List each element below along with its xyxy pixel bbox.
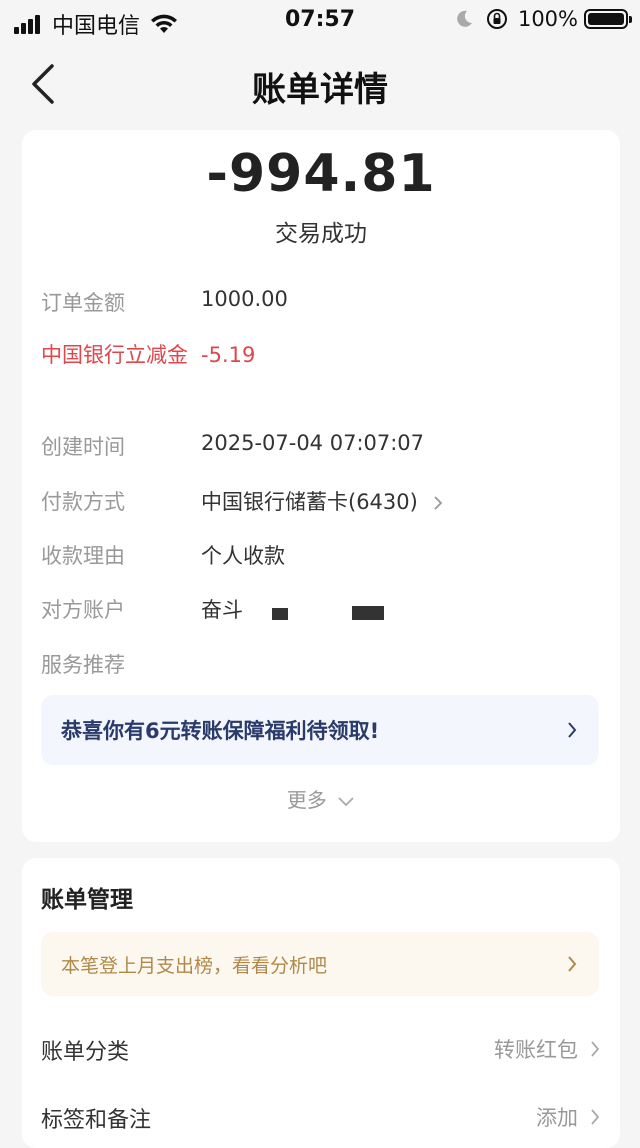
bill-management-card: 账单管理 本笔登上月支出榜，看看分析吧 账单分类 转账红包 标签和备注 添加 (22, 858, 620, 1148)
bill-category-row[interactable]: 账单分类 转账红包 (22, 1020, 620, 1076)
nav-bar: 账单详情 (0, 40, 640, 128)
more-label: 更多 (286, 788, 327, 812)
battery-icon (584, 9, 632, 29)
chevron-right-icon (591, 1041, 600, 1057)
chevron-right-icon (591, 1109, 600, 1125)
transaction-status: 交易成功 (275, 221, 367, 247)
created-time-label: 创建时间 (41, 435, 125, 459)
payment-method-value[interactable]: 中国银行储蓄卡(6430) (201, 486, 443, 516)
tags-notes-label: 标签和备注 (41, 1108, 152, 1133)
bill-category-label: 账单分类 (41, 1040, 130, 1065)
chevron-down-icon (338, 796, 354, 806)
counterparty-label: 对方账户 (41, 598, 125, 622)
chevron-right-icon (568, 722, 577, 738)
discount-label: 中国银行立减金 (41, 343, 188, 367)
moon-icon (457, 10, 472, 27)
more-button[interactable]: 更多 (22, 784, 620, 813)
promo-banner[interactable]: 恭喜你有6元转账保障福利待领取! (41, 695, 599, 765)
bill-detail-card: -994.81 交易成功 订单金额 1000.00 中国银行立减金 -5.19 … (22, 130, 620, 842)
order-amount-label: 订单金额 (41, 291, 125, 315)
rotation-lock-icon (486, 9, 507, 29)
redaction-mark (272, 608, 288, 620)
tags-notes-value: 添加 (536, 1106, 578, 1130)
discount-value: -5.19 (201, 343, 256, 367)
management-title: 账单管理 (41, 887, 133, 913)
analysis-text: 本笔登上月支出榜，看看分析吧 (61, 955, 328, 977)
counterparty-value: 奋斗 (201, 598, 243, 622)
redaction-mark (352, 606, 384, 620)
transaction-amount: -994.81 (206, 144, 436, 204)
battery-percent: 100% (517, 7, 578, 31)
order-amount-value: 1000.00 (201, 287, 288, 311)
spending-analysis-banner[interactable]: 本笔登上月支出榜，看看分析吧 (41, 932, 599, 996)
created-time-value: 2025-07-04 07:07:07 (201, 431, 425, 455)
chevron-right-icon (568, 956, 577, 972)
payment-method-label: 付款方式 (41, 490, 125, 514)
bill-category-value: 转账红包 (494, 1038, 578, 1062)
chevron-right-icon (433, 496, 442, 510)
payment-reason-value: 个人收款 (201, 544, 285, 568)
service-recommendation-label: 服务推荐 (41, 653, 125, 677)
status-bar: 中国电信 07:57 100% (0, 0, 640, 40)
payment-reason-label: 收款理由 (41, 544, 125, 568)
status-right: 100% (454, 7, 632, 31)
promo-text: 恭喜你有6元转账保障福利待领取! (61, 719, 380, 743)
page-title: 账单详情 (252, 70, 388, 110)
payment-method-text: 中国银行储蓄卡(6430) (201, 490, 418, 514)
